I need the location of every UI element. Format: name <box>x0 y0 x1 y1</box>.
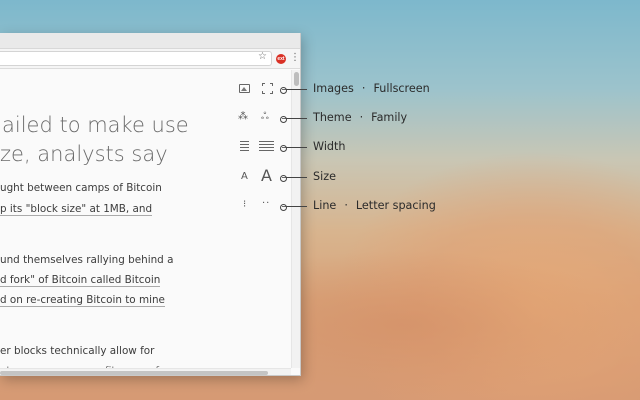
theme-icon[interactable]: ⁂ <box>238 112 248 122</box>
horizontal-scrollbar[interactable] <box>0 368 291 375</box>
scroll-thumb[interactable] <box>294 72 299 86</box>
headline-line-2: ze, analysts say <box>0 142 168 166</box>
title-bar <box>0 33 300 49</box>
fullscreen-label: Fullscreen <box>373 82 430 95</box>
separator: · <box>361 82 366 95</box>
line-height-icon[interactable]: ⁝ <box>243 200 246 210</box>
vertical-scrollbar[interactable] <box>291 70 300 368</box>
callout-line <box>280 204 307 211</box>
body-line-link[interactable]: d on re-creating Bitcoin to mine <box>0 294 165 307</box>
images-label: Images <box>313 82 354 95</box>
theme-family-label: Theme · Family <box>313 111 407 125</box>
body-line-link[interactable]: d fork" of Bitcoin called Bitcoin <box>0 274 161 287</box>
family-label: Family <box>371 111 408 124</box>
body-line: ught between camps of Bitcoin <box>0 182 162 194</box>
theme-label: Theme <box>313 111 352 124</box>
fullscreen-icon[interactable] <box>262 83 273 94</box>
background-dune-shadow <box>300 250 640 400</box>
browser-window: ☆ ext ⋮ ailed to make use ze, analysts s… <box>0 33 301 376</box>
size-label: Size <box>313 170 336 183</box>
headline-line-1: ailed to make use <box>2 113 189 137</box>
browser-menu-icon[interactable]: ⋮ <box>290 52 300 64</box>
images-fullscreen-label: Images · Fullscreen <box>313 82 430 96</box>
callout-line <box>280 87 307 94</box>
body-line: er blocks technically allow for <box>0 345 155 357</box>
separator: · <box>344 199 348 212</box>
wide-width-icon[interactable] <box>259 141 274 152</box>
font-size-large-icon[interactable]: A <box>261 168 272 184</box>
browser-toolbar: ☆ ext ⋮ <box>0 49 300 69</box>
letter-spacing-icon[interactable]: ·· <box>262 199 270 209</box>
body-line-link[interactable]: p its "block size" at 1MB, and <box>0 203 153 216</box>
scroll-thumb-horizontal[interactable] <box>0 371 268 375</box>
line-letter-label: Line · Letter spacing <box>313 199 436 213</box>
extension-icon[interactable]: ext <box>276 54 286 64</box>
narrow-width-icon[interactable] <box>240 141 249 151</box>
font-family-icon[interactable]: ஃ <box>261 112 269 122</box>
bookmark-star-icon[interactable]: ☆ <box>258 51 267 63</box>
separator: · <box>359 111 364 124</box>
article-headline: ailed to make use ze, analysts say <box>0 111 250 169</box>
address-bar[interactable] <box>0 51 272 66</box>
font-size-small-icon[interactable]: A <box>241 172 248 182</box>
width-label: Width <box>313 140 346 153</box>
image-icon[interactable] <box>239 84 250 93</box>
letter-spacing-label: Letter spacing <box>355 199 436 212</box>
size-label-row: Size <box>313 170 336 184</box>
width-label-row: Width <box>313 140 346 154</box>
body-line: und themselves rallying behind a <box>0 254 174 266</box>
callout-line <box>280 145 307 152</box>
line-label: Line <box>313 199 337 212</box>
callout-line <box>280 116 307 123</box>
callout-line <box>280 175 307 182</box>
